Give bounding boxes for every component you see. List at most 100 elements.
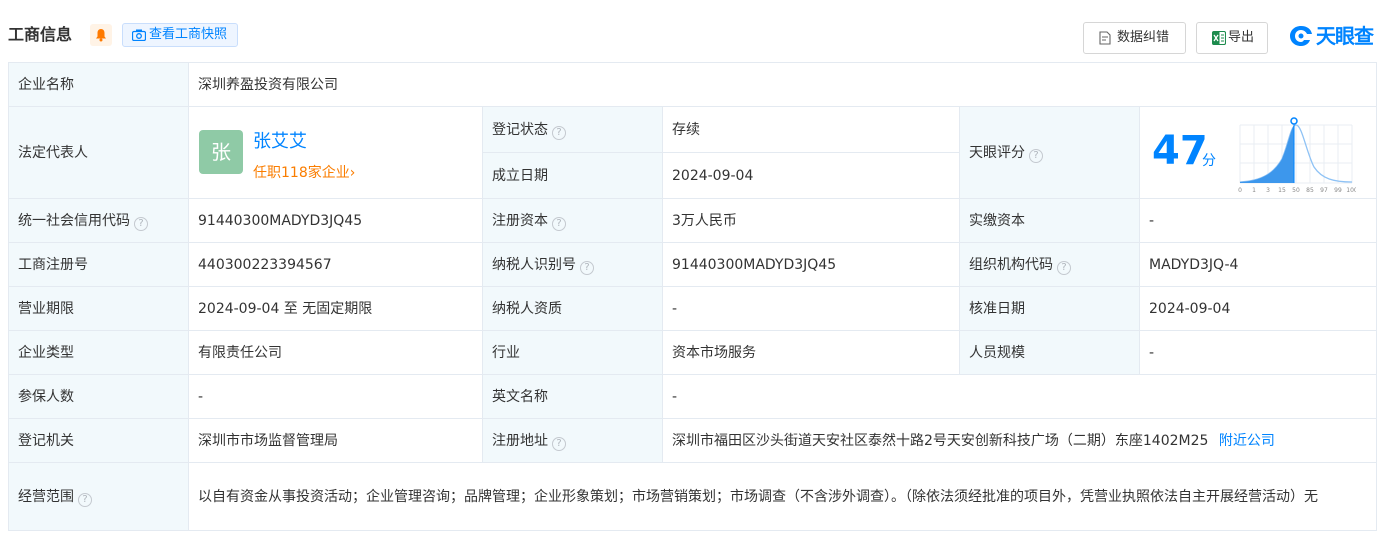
staff-size-value: - bbox=[1138, 330, 1378, 375]
company-name-value: 深圳养盈投资有限公司 bbox=[187, 62, 1378, 107]
table-row: 参保人数 - 英文名称 - bbox=[8, 374, 1378, 419]
company-type-value: 有限责任公司 bbox=[188, 330, 483, 375]
help-icon[interactable]: ? bbox=[1057, 260, 1071, 275]
export-label: 导出 bbox=[1228, 30, 1255, 45]
data-correction-label: 数据纠错 bbox=[1117, 30, 1170, 45]
reg-address-cell: 深圳市福田区沙头街道天安社区泰然十路2号天安创新科技广场（二期）东座1402M2… bbox=[661, 418, 1378, 463]
help-icon[interactable]: ? bbox=[1029, 148, 1043, 163]
business-term-value: 2024-09-04 至 无固定期限 bbox=[188, 286, 483, 331]
credit-code-label-text: 统一社会信用代码 bbox=[18, 212, 130, 229]
data-correction-button[interactable]: 数据纠错 bbox=[1083, 22, 1186, 54]
tianyan-score-cell[interactable]: 47 分 0 1 3 15 50 85 97 99 100 bbox=[1138, 106, 1378, 199]
business-info-table: 企业名称 深圳养盈投资有限公司 法定代表人 张 张艾艾 任职118家企业› 登记… bbox=[8, 62, 1378, 531]
industry-label: 行业 bbox=[482, 330, 663, 375]
table-row: 统一社会信用代码? 91440300MADYD3JQ45 注册资本? 3万人民币… bbox=[8, 198, 1378, 243]
logo-text: 天眼查 bbox=[1316, 24, 1374, 48]
table-row: 企业类型 有限责任公司 行业 资本市场服务 人员规模 - bbox=[8, 330, 1378, 375]
bell-icon[interactable] bbox=[90, 24, 112, 46]
company-type-label: 企业类型 bbox=[8, 330, 189, 375]
score-tick-label: 99 bbox=[1334, 187, 1342, 194]
score-tick-label: 100 bbox=[1346, 187, 1356, 194]
avatar[interactable]: 张 bbox=[199, 129, 243, 174]
eye-logo-icon bbox=[1290, 26, 1312, 46]
paid-capital-label: 实缴资本 bbox=[959, 198, 1140, 243]
tianyan-score-label-text: 天眼评分 bbox=[969, 144, 1025, 161]
found-date-value: 2024-09-04 bbox=[662, 152, 960, 199]
legal-rep-label: 法定代表人 bbox=[8, 106, 189, 199]
table-row: 登记机关 深圳市市场监督管理局 注册地址? 深圳市福田区沙头街道天安社区泰然十路… bbox=[8, 418, 1378, 463]
reg-capital-label-text: 注册资本 bbox=[492, 212, 548, 229]
table-row: 工商注册号 440300223394567 纳税人识别号? 91440300MA… bbox=[8, 242, 1378, 287]
reg-address-value: 深圳市福田区沙头街道天安社区泰然十路2号天安创新科技广场（二期）东座1402M2… bbox=[672, 432, 1209, 449]
view-snapshot-button[interactable]: 查看工商快照 bbox=[122, 23, 239, 47]
table-row: 企业名称 深圳养盈投资有限公司 bbox=[8, 62, 1378, 107]
excel-icon bbox=[1212, 31, 1226, 45]
nearby-companies-link[interactable]: 附近公司 bbox=[1219, 433, 1275, 449]
reg-status-value: 存续 bbox=[662, 106, 960, 153]
help-icon[interactable]: ? bbox=[552, 125, 566, 140]
tax-qualification-label: 纳税人资质 bbox=[482, 286, 663, 331]
export-button[interactable]: 导出 bbox=[1196, 22, 1268, 54]
legal-rep-name-link[interactable]: 张艾艾 bbox=[253, 130, 307, 154]
industry-value: 资本市场服务 bbox=[662, 330, 960, 375]
reg-authority-label: 登记机关 bbox=[8, 418, 189, 463]
score-tick-label: 0 bbox=[1238, 187, 1242, 194]
score-value: 47 bbox=[1152, 127, 1208, 174]
section-header: 工商信息 查看工商快照 数据纠错 导出 天眼查 bbox=[8, 22, 1384, 54]
help-icon[interactable]: ? bbox=[134, 216, 148, 231]
company-name-label: 企业名称 bbox=[8, 62, 189, 107]
score-distribution-chart: 0 1 3 15 50 85 97 99 100 bbox=[1238, 116, 1356, 194]
business-scope-label-text: 经营范围 bbox=[18, 488, 74, 505]
english-name-value: - bbox=[661, 374, 1378, 419]
found-date-label: 成立日期 bbox=[482, 152, 663, 199]
credit-code-label: 统一社会信用代码? bbox=[8, 198, 189, 243]
english-name-label: 英文名称 bbox=[482, 374, 663, 419]
score-tick-label: 3 bbox=[1266, 187, 1270, 194]
business-term-label: 营业期限 bbox=[8, 286, 189, 331]
reg-authority-value: 深圳市市场监督管理局 bbox=[188, 418, 483, 463]
reg-status-label: 登记状态? bbox=[482, 106, 663, 153]
business-scope-value: 以自有资金从事投资活动；企业管理咨询；品牌管理；企业形象策划；市场营销策划；市场… bbox=[187, 462, 1378, 531]
paid-capital-value: - bbox=[1138, 198, 1378, 243]
table-row: 法定代表人 张 张艾艾 任职118家企业› 登记状态? 存续 天眼评分? 47 … bbox=[8, 106, 1378, 199]
reg-address-label-text: 注册地址 bbox=[492, 432, 548, 449]
score-tick-label: 97 bbox=[1320, 187, 1328, 194]
staff-size-label: 人员规模 bbox=[959, 330, 1140, 375]
insured-count-value: - bbox=[188, 374, 483, 419]
chevron-right-icon: › bbox=[349, 164, 356, 181]
legal-rep-jobs-text: 任职118家企业 bbox=[253, 164, 350, 181]
legal-rep-cell: 张 张艾艾 任职118家企业› bbox=[188, 106, 483, 199]
credit-code-value: 91440300MADYD3JQ45 bbox=[188, 198, 483, 243]
reg-capital-value: 3万人民币 bbox=[662, 198, 960, 243]
approve-date-value: 2024-09-04 bbox=[1138, 286, 1378, 331]
reg-number-label: 工商注册号 bbox=[8, 242, 189, 287]
legal-rep-jobs-link[interactable]: 任职118家企业› bbox=[253, 163, 355, 183]
approve-date-label: 核准日期 bbox=[959, 286, 1140, 331]
tianyan-score-label: 天眼评分? bbox=[959, 106, 1140, 199]
reg-status-label-text: 登记状态 bbox=[492, 121, 548, 138]
insured-count-label: 参保人数 bbox=[8, 374, 189, 419]
business-scope-label: 经营范围? bbox=[8, 462, 189, 531]
view-snapshot-label: 查看工商快照 bbox=[149, 27, 228, 42]
score-tick-label: 50 bbox=[1292, 187, 1300, 194]
tax-qualification-value: - bbox=[662, 286, 960, 331]
help-icon[interactable]: ? bbox=[78, 492, 92, 507]
camera-icon bbox=[132, 29, 146, 41]
score-tick-label: 85 bbox=[1306, 187, 1314, 194]
help-icon[interactable]: ? bbox=[580, 260, 594, 275]
help-icon[interactable]: ? bbox=[552, 216, 566, 231]
score-tick-label: 15 bbox=[1278, 187, 1286, 194]
section-title: 工商信息 bbox=[8, 25, 73, 44]
score-tick-label: 1 bbox=[1252, 187, 1256, 194]
org-code-value: MADYD3JQ-4 bbox=[1138, 242, 1378, 287]
reg-number-value: 440300223394567 bbox=[188, 242, 483, 287]
org-code-label-text: 组织机构代码 bbox=[969, 256, 1053, 273]
tax-id-label: 纳税人识别号? bbox=[482, 242, 663, 287]
org-code-label: 组织机构代码? bbox=[959, 242, 1140, 287]
tax-id-label-text: 纳税人识别号 bbox=[492, 256, 576, 273]
reg-capital-label: 注册资本? bbox=[482, 198, 663, 243]
help-icon[interactable]: ? bbox=[552, 436, 566, 451]
table-row: 经营范围? 以自有资金从事投资活动；企业管理咨询；品牌管理；企业形象策划；市场营… bbox=[8, 462, 1378, 531]
tax-id-value: 91440300MADYD3JQ45 bbox=[662, 242, 960, 287]
reg-address-label: 注册地址? bbox=[482, 418, 663, 463]
